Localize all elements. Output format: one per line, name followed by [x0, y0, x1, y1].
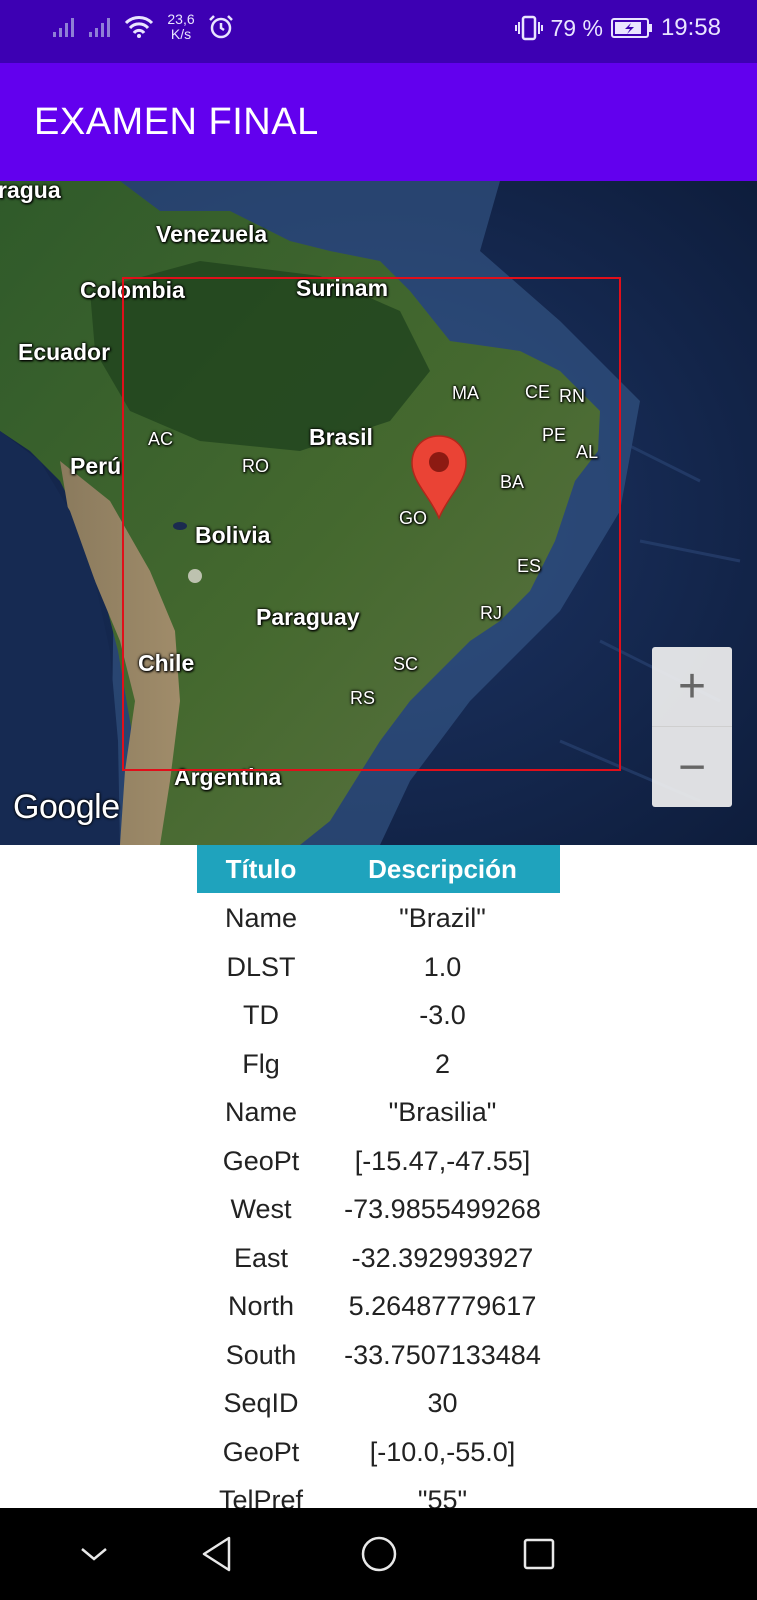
row-title: GeoPt — [222, 1436, 300, 1467]
table-row: GeoPt [-15.47,-47.55] — [197, 1136, 560, 1185]
system-navigation-bar — [0, 1508, 757, 1600]
row-value: -73.9855499268 — [344, 1194, 541, 1224]
row-value: [-10.0,-55.0] — [369, 1436, 516, 1467]
app-title: EXAMEN FINAL — [34, 101, 319, 143]
map-label-ecuador: Ecuador — [18, 339, 111, 365]
header-title: Título — [225, 854, 297, 884]
table-row: SeqID 30 — [197, 1378, 560, 1427]
battery-percent: 79 % — [550, 14, 603, 41]
row-title: South — [225, 1339, 297, 1370]
country-bounds-rectangle — [122, 277, 621, 771]
zoom-controls: + − — [652, 647, 732, 807]
table-row: North 5.26487779617 — [197, 1281, 560, 1330]
status-bar: 23,6 K/s 79 % 19:58 — [0, 0, 757, 63]
map-label-peru: Perú — [70, 453, 122, 479]
signal-icon-sim1 — [53, 18, 74, 37]
zoom-out-button[interactable]: − — [652, 727, 732, 807]
battery-charging-icon — [610, 18, 652, 38]
row-title: SeqID — [223, 1388, 299, 1418]
country-info-table: Título Descripción Name "Brazil" DLST 1.… — [197, 845, 560, 1524]
row-title: North — [227, 1291, 295, 1321]
table-row: GeoPt [-10.0,-55.0] — [197, 1427, 560, 1476]
map-label-venezuela: Venezuela — [156, 221, 268, 247]
row-value: "Brazil" — [399, 903, 486, 933]
row-title: East — [233, 1242, 289, 1273]
map-label-nicaragua: ragua — [0, 181, 61, 203]
row-title: GeoPt — [222, 1145, 300, 1176]
table-row: Name "Brasilia" — [197, 1087, 560, 1136]
row-value: -33.7507133484 — [344, 1339, 541, 1370]
back-icon[interactable] — [193, 1530, 241, 1578]
row-value: -32.392993927 — [351, 1242, 534, 1273]
row-title: West — [230, 1194, 292, 1224]
row-title: DLST — [226, 951, 296, 982]
collapse-icon[interactable] — [70, 1530, 118, 1578]
row-value: 2 — [434, 1048, 451, 1079]
row-value: "Brasilia" — [388, 1097, 497, 1127]
google-attribution-logo: Google — [13, 788, 120, 826]
table-row: Flg 2 — [197, 1039, 560, 1088]
table-row: South -33.7507133484 — [197, 1330, 560, 1379]
row-value: 30 — [427, 1388, 458, 1418]
row-title: TD — [243, 1000, 279, 1030]
row-title: Name — [224, 1097, 298, 1127]
network-speed-unit: K/s — [170, 26, 192, 42]
table-header: Título Descripción — [197, 845, 560, 893]
wifi-icon — [124, 16, 154, 38]
app-bar: EXAMEN FINAL — [0, 63, 757, 181]
zoom-in-button[interactable]: + — [652, 647, 732, 727]
table-row: Name "Brazil" — [197, 893, 560, 942]
table-row: West -73.9855499268 — [197, 1184, 560, 1233]
row-value: 1.0 — [423, 951, 462, 982]
vibrate-icon — [514, 15, 543, 41]
alarm-icon — [209, 15, 233, 39]
row-title: Name — [224, 903, 298, 933]
table-row: DLST 1.0 — [197, 942, 560, 991]
network-speed-value: 23,6 — [167, 11, 195, 27]
table-row: TD -3.0 — [197, 990, 560, 1039]
row-value: [-15.47,-47.55] — [354, 1145, 531, 1176]
recents-icon[interactable] — [515, 1530, 563, 1578]
home-icon[interactable] — [355, 1530, 403, 1578]
row-title: Flg — [242, 1048, 280, 1079]
row-value: 5.26487779617 — [348, 1291, 537, 1321]
network-speed: 23,6 K/s — [164, 12, 198, 42]
map-view[interactable]: ragua Venezuela Colombia Surinam Ecuador… — [0, 181, 757, 845]
header-description: Descripción — [368, 854, 517, 884]
row-value: -3.0 — [419, 1000, 466, 1030]
clock-time: 19:58 — [660, 14, 721, 41]
signal-icon-sim2 — [89, 18, 110, 37]
map-marker-icon[interactable] — [410, 434, 468, 520]
table-row: East -32.392993927 — [197, 1233, 560, 1282]
